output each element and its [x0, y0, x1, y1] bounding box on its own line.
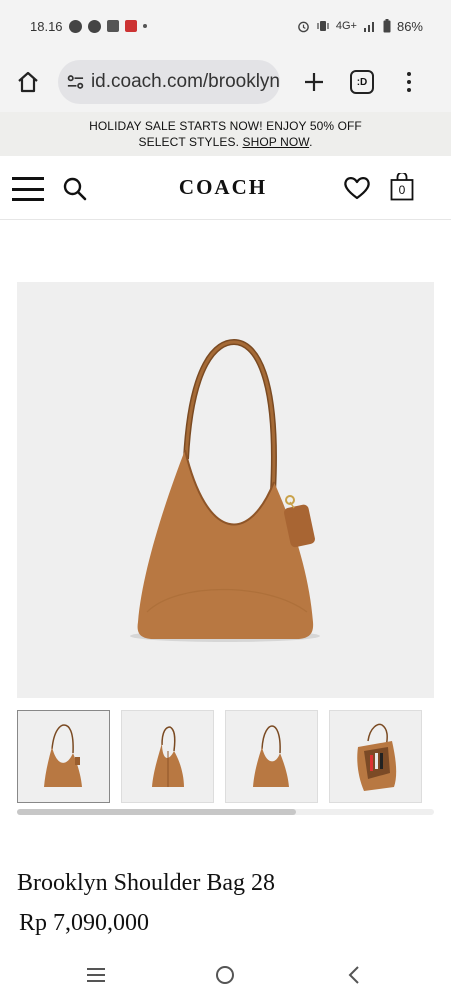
shopping-bag-button[interactable]: 0 [390, 173, 414, 201]
promo-banner: HOLIDAY SALE STARTS NOW! ENJOY 50% OFF S… [0, 112, 451, 156]
status-bar: 18.16 4G+ 86% [0, 0, 451, 52]
search-icon[interactable] [62, 176, 88, 202]
signal-icon [363, 22, 374, 32]
plus-icon [305, 73, 323, 91]
thumbnail-1[interactable] [17, 710, 110, 803]
address-bar[interactable]: id.coach.com/brooklyn [58, 60, 280, 104]
status-left: 18.16 [30, 19, 147, 34]
system-navigation-bar [0, 950, 451, 1000]
thumbnail-strip [17, 710, 437, 803]
thumbnail-4[interactable] [329, 710, 422, 803]
promo-line-1: HOLIDAY SALE STARTS NOW! ENJOY 50% OFF [89, 119, 362, 133]
product-bag-image [130, 338, 320, 642]
coach-logo[interactable]: COACH [156, 175, 290, 200]
shopping-notification-icon [124, 20, 137, 32]
home-button[interactable] [10, 64, 46, 100]
battery-icon [383, 19, 391, 33]
thumbnail-scrollbar[interactable] [17, 809, 434, 815]
vibrate-icon [317, 21, 329, 31]
tab-switcher-button[interactable]: :D [350, 70, 374, 94]
alarm-icon [298, 21, 309, 32]
browser-toolbar: id.coach.com/brooklyn :D [0, 52, 451, 112]
home-icon [18, 71, 38, 93]
thumbnail-2[interactable] [121, 710, 214, 803]
thumbnail-scrollbar-thumb[interactable] [17, 809, 296, 815]
cart-count: 0 [398, 183, 406, 197]
browser-menu-button[interactable] [404, 64, 414, 100]
wishlist-heart-icon[interactable] [343, 175, 371, 201]
status-right: 4G+ 86% [297, 19, 423, 34]
status-time: 18.16 [30, 18, 63, 34]
promo-text: SELECT STYLES. [138, 135, 243, 149]
message-icon [87, 19, 101, 33]
promo-line-2: SELECT STYLES. SHOP NOW. [0, 134, 451, 150]
site-header: COACH 0 [0, 156, 451, 220]
product-price: Rp 7,090,000 [19, 910, 150, 936]
site-settings-icon[interactable] [66, 72, 85, 92]
promo-period: . [309, 135, 313, 149]
product-title: Brooklyn Shoulder Bag 28 [17, 870, 275, 896]
url-text[interactable]: id.coach.com/brooklyn [91, 71, 280, 93]
tab-count: :D [356, 76, 368, 88]
more-notifications-icon [142, 24, 147, 28]
battery-level: 86% [396, 18, 423, 34]
recent-apps-icon[interactable] [85, 964, 107, 986]
network-type: 4G+ [335, 20, 357, 32]
back-icon[interactable] [344, 964, 366, 986]
shop-now-link[interactable]: SHOP NOW [242, 135, 309, 149]
app-notification-icon [106, 20, 119, 32]
menu-icon[interactable] [12, 177, 44, 201]
thumbnail-3[interactable] [225, 710, 318, 803]
home-nav-icon[interactable] [214, 964, 236, 986]
whatsapp-icon [68, 19, 82, 33]
main-product-image[interactable] [17, 282, 434, 698]
new-tab-button[interactable] [298, 64, 330, 100]
